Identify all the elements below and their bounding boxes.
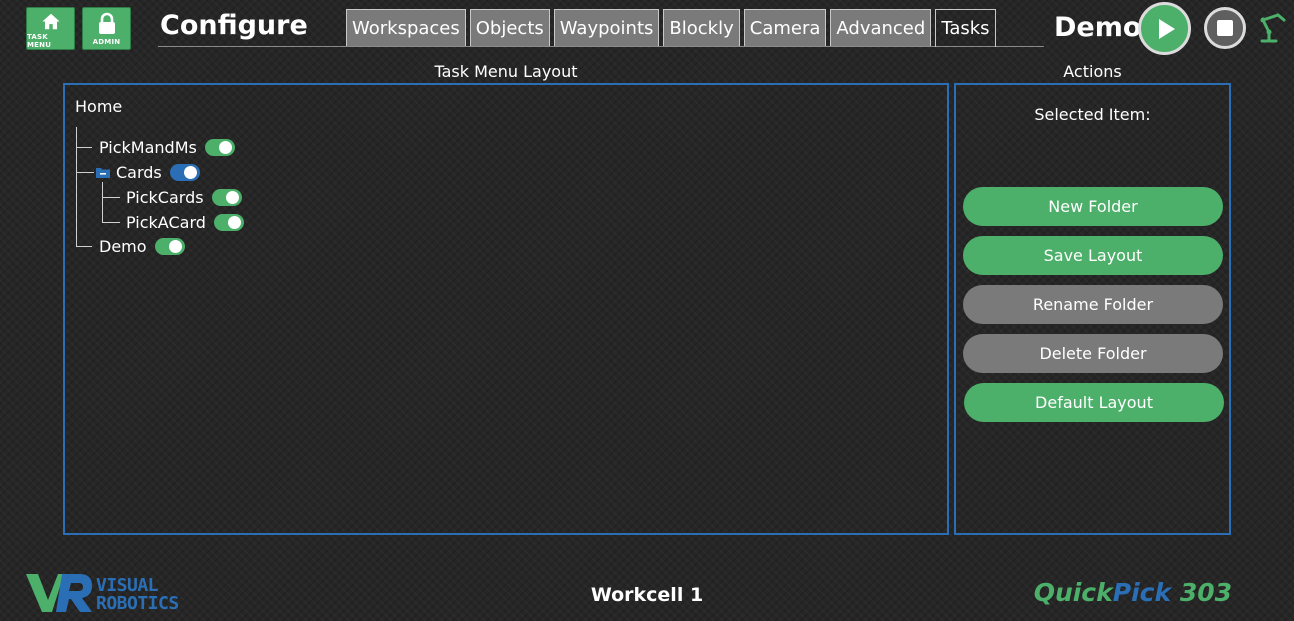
tree-connector bbox=[76, 147, 92, 148]
task-menu-label: TASK MENU bbox=[27, 33, 52, 49]
tab-advanced[interactable]: Advanced bbox=[830, 9, 932, 46]
product-name-part-1: Quick bbox=[1033, 578, 1113, 607]
product-name: QuickPick 303 bbox=[1034, 578, 1232, 607]
tree-item-label: PickACard bbox=[126, 212, 206, 232]
rename-folder-button[interactable]: Rename Folder bbox=[963, 285, 1223, 324]
tab-workspaces[interactable]: Workspaces bbox=[346, 9, 466, 46]
logo-line-2: ROBOTICS bbox=[96, 593, 179, 614]
tab-waypoints[interactable]: Waypoints bbox=[553, 9, 660, 46]
tree-connector bbox=[76, 127, 77, 246]
tab-objects[interactable]: Objects bbox=[469, 9, 550, 46]
lock-icon bbox=[98, 12, 115, 34]
admin-label: ADMIN bbox=[92, 38, 121, 46]
actions-panel: Selected Item: New Folder Save Layout Re… bbox=[954, 83, 1231, 535]
enable-toggle[interactable] bbox=[213, 213, 244, 231]
tab-tasks[interactable]: Tasks bbox=[935, 9, 996, 47]
vr-logo-icon bbox=[26, 574, 92, 612]
save-layout-button[interactable]: Save Layout bbox=[963, 236, 1223, 275]
page-title: Configure bbox=[160, 10, 308, 41]
folder-collapse-icon[interactable] bbox=[96, 167, 110, 178]
enable-toggle[interactable] bbox=[211, 188, 242, 206]
tree-item[interactable]: PickCards bbox=[126, 187, 242, 207]
tree-item[interactable]: Demo bbox=[99, 236, 185, 256]
tree-root-home[interactable]: Home bbox=[75, 97, 122, 116]
enable-toggle[interactable] bbox=[169, 163, 200, 181]
play-icon bbox=[1158, 18, 1175, 39]
task-menu-button[interactable]: TASK MENU bbox=[26, 7, 75, 50]
product-name-part-2: Pick bbox=[1112, 578, 1172, 607]
tree-connector bbox=[102, 182, 103, 222]
tree-item[interactable]: PickACard bbox=[126, 212, 244, 232]
tree-item-label: Demo bbox=[99, 236, 147, 256]
stop-icon bbox=[1217, 20, 1233, 36]
config-tabs: Workspaces Objects Waypoints Blockly Cam… bbox=[346, 9, 1000, 47]
enable-toggle[interactable] bbox=[154, 237, 185, 255]
tree-item-label: PickCards bbox=[126, 187, 204, 207]
selected-item-label: Selected Item: bbox=[1034, 105, 1151, 124]
product-name-part-3: 303 bbox=[1171, 578, 1232, 607]
tab-camera[interactable]: Camera bbox=[743, 9, 827, 46]
tree-folder[interactable]: Cards bbox=[96, 162, 200, 182]
stop-button[interactable] bbox=[1204, 7, 1246, 49]
robot-arm-icon bbox=[1260, 13, 1286, 43]
actions-heading: Actions bbox=[1063, 62, 1122, 81]
layout-heading: Task Menu Layout bbox=[434, 62, 578, 81]
visual-robotics-logo: VISUAL ROBOTICS bbox=[24, 570, 179, 616]
new-folder-button[interactable]: New Folder bbox=[963, 187, 1223, 226]
tree-connector bbox=[76, 246, 92, 247]
play-button[interactable] bbox=[1138, 2, 1191, 55]
tree-item[interactable]: PickMandMs bbox=[99, 137, 235, 157]
delete-folder-button[interactable]: Delete Folder bbox=[963, 334, 1223, 373]
enable-toggle[interactable] bbox=[204, 138, 235, 156]
home-icon bbox=[41, 13, 60, 30]
mode-title: Demo bbox=[1054, 12, 1142, 43]
tree-connector bbox=[102, 222, 120, 223]
admin-button[interactable]: ADMIN bbox=[82, 7, 131, 50]
robot-arm-button[interactable] bbox=[1258, 10, 1292, 48]
tree-connector bbox=[102, 197, 120, 198]
default-layout-button[interactable]: Default Layout bbox=[964, 383, 1224, 422]
task-menu-layout-panel: Home PickMandMs Cards PickCards PickACar… bbox=[63, 83, 949, 535]
tree-connector bbox=[76, 172, 94, 173]
tab-blockly[interactable]: Blockly bbox=[663, 9, 740, 46]
tree-item-label: PickMandMs bbox=[99, 137, 197, 157]
tree-folder-label: Cards bbox=[116, 162, 162, 182]
